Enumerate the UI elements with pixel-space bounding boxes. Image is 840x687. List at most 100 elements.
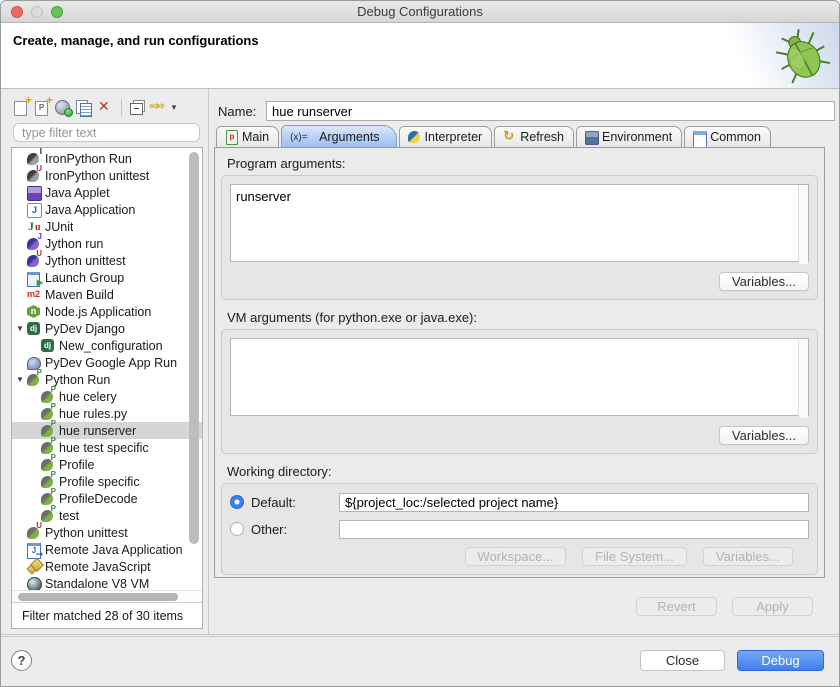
zoom-window-icon[interactable] xyxy=(51,6,63,18)
apply-button[interactable]: Apply xyxy=(732,597,813,616)
tree-item[interactable]: Launch Group xyxy=(12,269,202,286)
filter-icon[interactable] xyxy=(148,98,169,117)
horizontal-scrollbar-thumb[interactable] xyxy=(18,593,178,601)
tree-item[interactable]: Remote JavaScript xyxy=(12,558,202,575)
other-directory-input[interactable] xyxy=(339,520,809,539)
directory-variables-button[interactable]: Variables... xyxy=(703,547,793,566)
tab-arguments[interactable]: Arguments xyxy=(281,125,396,147)
tree-item-label: Jython unittest xyxy=(42,254,126,268)
tree-item-label: IronPython Run xyxy=(42,152,132,166)
python-run-icon xyxy=(40,508,56,523)
workspace-button[interactable]: Workspace... xyxy=(465,547,567,566)
tree-item-label: Jython run xyxy=(42,237,103,251)
tree-item-label: hue celery xyxy=(56,390,117,404)
tree-item[interactable]: hue rules.py xyxy=(12,405,202,422)
python-run-icon xyxy=(26,372,42,387)
page-title: Create, manage, and run configurations xyxy=(13,33,259,48)
new-prototype-icon[interactable] xyxy=(32,98,53,117)
revert-button[interactable]: Revert xyxy=(636,597,717,616)
tree-item[interactable]: Profile xyxy=(12,456,202,473)
toolbar-separator xyxy=(121,99,122,116)
arguments-tab-panel: Program arguments: runserver Variables..… xyxy=(214,147,825,578)
environment-tab-icon xyxy=(584,130,598,144)
tab-label: Refresh xyxy=(520,130,564,144)
working-directory-group: Default: Other: Workspace... File System… xyxy=(221,483,818,575)
tab-common[interactable]: Common xyxy=(684,126,771,147)
tree-item-label: New_configuration xyxy=(56,339,163,353)
tree-item-label: Remote Java Application xyxy=(42,543,183,557)
other-radio[interactable] xyxy=(230,522,244,536)
nodejs-application-icon xyxy=(26,304,42,319)
tab-main[interactable]: Main xyxy=(216,126,279,147)
tab-label: Arguments xyxy=(319,130,379,144)
tree-item[interactable]: Maven Build xyxy=(12,286,202,303)
delete-icon[interactable] xyxy=(95,98,116,117)
textarea-scrollbar[interactable] xyxy=(798,339,808,418)
minimize-window-icon[interactable] xyxy=(31,6,43,18)
toolbar: ▼ xyxy=(11,96,178,118)
pydev-django-icon xyxy=(40,338,56,353)
tree-item[interactable]: hue celery xyxy=(12,388,202,405)
tree-rows: IronPython RunIronPython unittestJava Ap… xyxy=(12,148,202,590)
tree-item-label: test xyxy=(56,509,79,523)
file-system-button[interactable]: File System... xyxy=(582,547,687,566)
tree-item[interactable]: hue runserver xyxy=(12,422,202,439)
tree-item-label: Profile xyxy=(56,458,94,472)
tree-item[interactable]: IronPython unittest xyxy=(12,167,202,184)
sash-divider[interactable] xyxy=(208,89,209,634)
tab-environment[interactable]: Environment xyxy=(576,126,682,147)
vertical-scrollbar[interactable] xyxy=(189,152,199,586)
vm-arguments-textarea[interactable] xyxy=(230,338,809,416)
tab-interpreter[interactable]: Interpreter xyxy=(399,126,493,147)
tab-label: Interpreter xyxy=(425,130,483,144)
export-icon[interactable] xyxy=(53,98,74,117)
vm-variables-button[interactable]: Variables... xyxy=(719,426,809,445)
name-input[interactable] xyxy=(266,101,835,121)
collapse-all-icon[interactable] xyxy=(127,98,148,117)
tree-item[interactable]: Python unittest xyxy=(12,524,202,541)
new-launch-config-icon[interactable] xyxy=(11,98,32,117)
close-window-icon[interactable] xyxy=(11,6,23,18)
vm-arguments-group: Variables... xyxy=(221,329,818,454)
program-variables-button[interactable]: Variables... xyxy=(719,272,809,291)
duplicate-icon[interactable] xyxy=(74,98,95,117)
tree-item[interactable]: Standalone V8 VM xyxy=(12,575,202,590)
tree-item[interactable]: Jython unittest xyxy=(12,252,202,269)
expanded-twisty-icon[interactable]: ▼ xyxy=(14,324,26,333)
dropdown-arrow-icon[interactable]: ▼ xyxy=(170,103,178,112)
debug-button[interactable]: Debug xyxy=(737,650,824,671)
horizontal-scrollbar[interactable] xyxy=(12,590,202,602)
dialog-header: Create, manage, and run configurations xyxy=(1,23,839,89)
textarea-scrollbar[interactable] xyxy=(798,185,808,264)
filter-input[interactable] xyxy=(13,123,200,142)
expanded-twisty-icon[interactable]: ▼ xyxy=(14,375,26,384)
default-radio[interactable] xyxy=(230,495,244,509)
default-radio-label: Default: xyxy=(251,495,339,510)
close-button[interactable]: Close xyxy=(640,650,725,671)
tab-label: Common xyxy=(710,130,761,144)
tree-item[interactable]: Java Applet xyxy=(12,184,202,201)
tree-item[interactable]: ProfileDecode xyxy=(12,490,202,507)
tree-item-label: PyDev Django xyxy=(42,322,125,336)
default-directory-input[interactable] xyxy=(339,493,809,512)
tree-item[interactable]: ▼Python Run xyxy=(12,371,202,388)
program-arguments-group: runserver Variables... xyxy=(221,175,818,300)
program-arguments-textarea[interactable]: runserver xyxy=(230,184,809,262)
help-button[interactable]: ? xyxy=(11,650,32,671)
title-bar[interactable]: Debug Configurations xyxy=(1,1,839,23)
tree-item[interactable]: Java Application xyxy=(12,201,202,218)
tree-item[interactable]: hue test specific xyxy=(12,439,202,456)
vertical-scrollbar-thumb[interactable] xyxy=(189,152,199,544)
tree-item[interactable]: New_configuration xyxy=(12,337,202,354)
pydev-django-icon xyxy=(26,321,42,336)
tree-item-label: hue runserver xyxy=(56,424,136,438)
tree-item[interactable]: ▼ PyDev Django xyxy=(12,320,202,337)
tree-item-label: Remote JavaScript xyxy=(42,560,151,574)
tree-item-label: Maven Build xyxy=(42,288,114,302)
tree-item[interactable]: Node.js Application xyxy=(12,303,202,320)
tree-item[interactable]: Profile specific xyxy=(12,473,202,490)
tab-refresh[interactable]: Refresh xyxy=(494,126,574,147)
tree-item[interactable]: Remote Java Application xyxy=(12,541,202,558)
dialog-body: ▼ IronPython RunIronPython unittestJava … xyxy=(1,89,839,635)
tree-item-label: ProfileDecode xyxy=(56,492,138,506)
